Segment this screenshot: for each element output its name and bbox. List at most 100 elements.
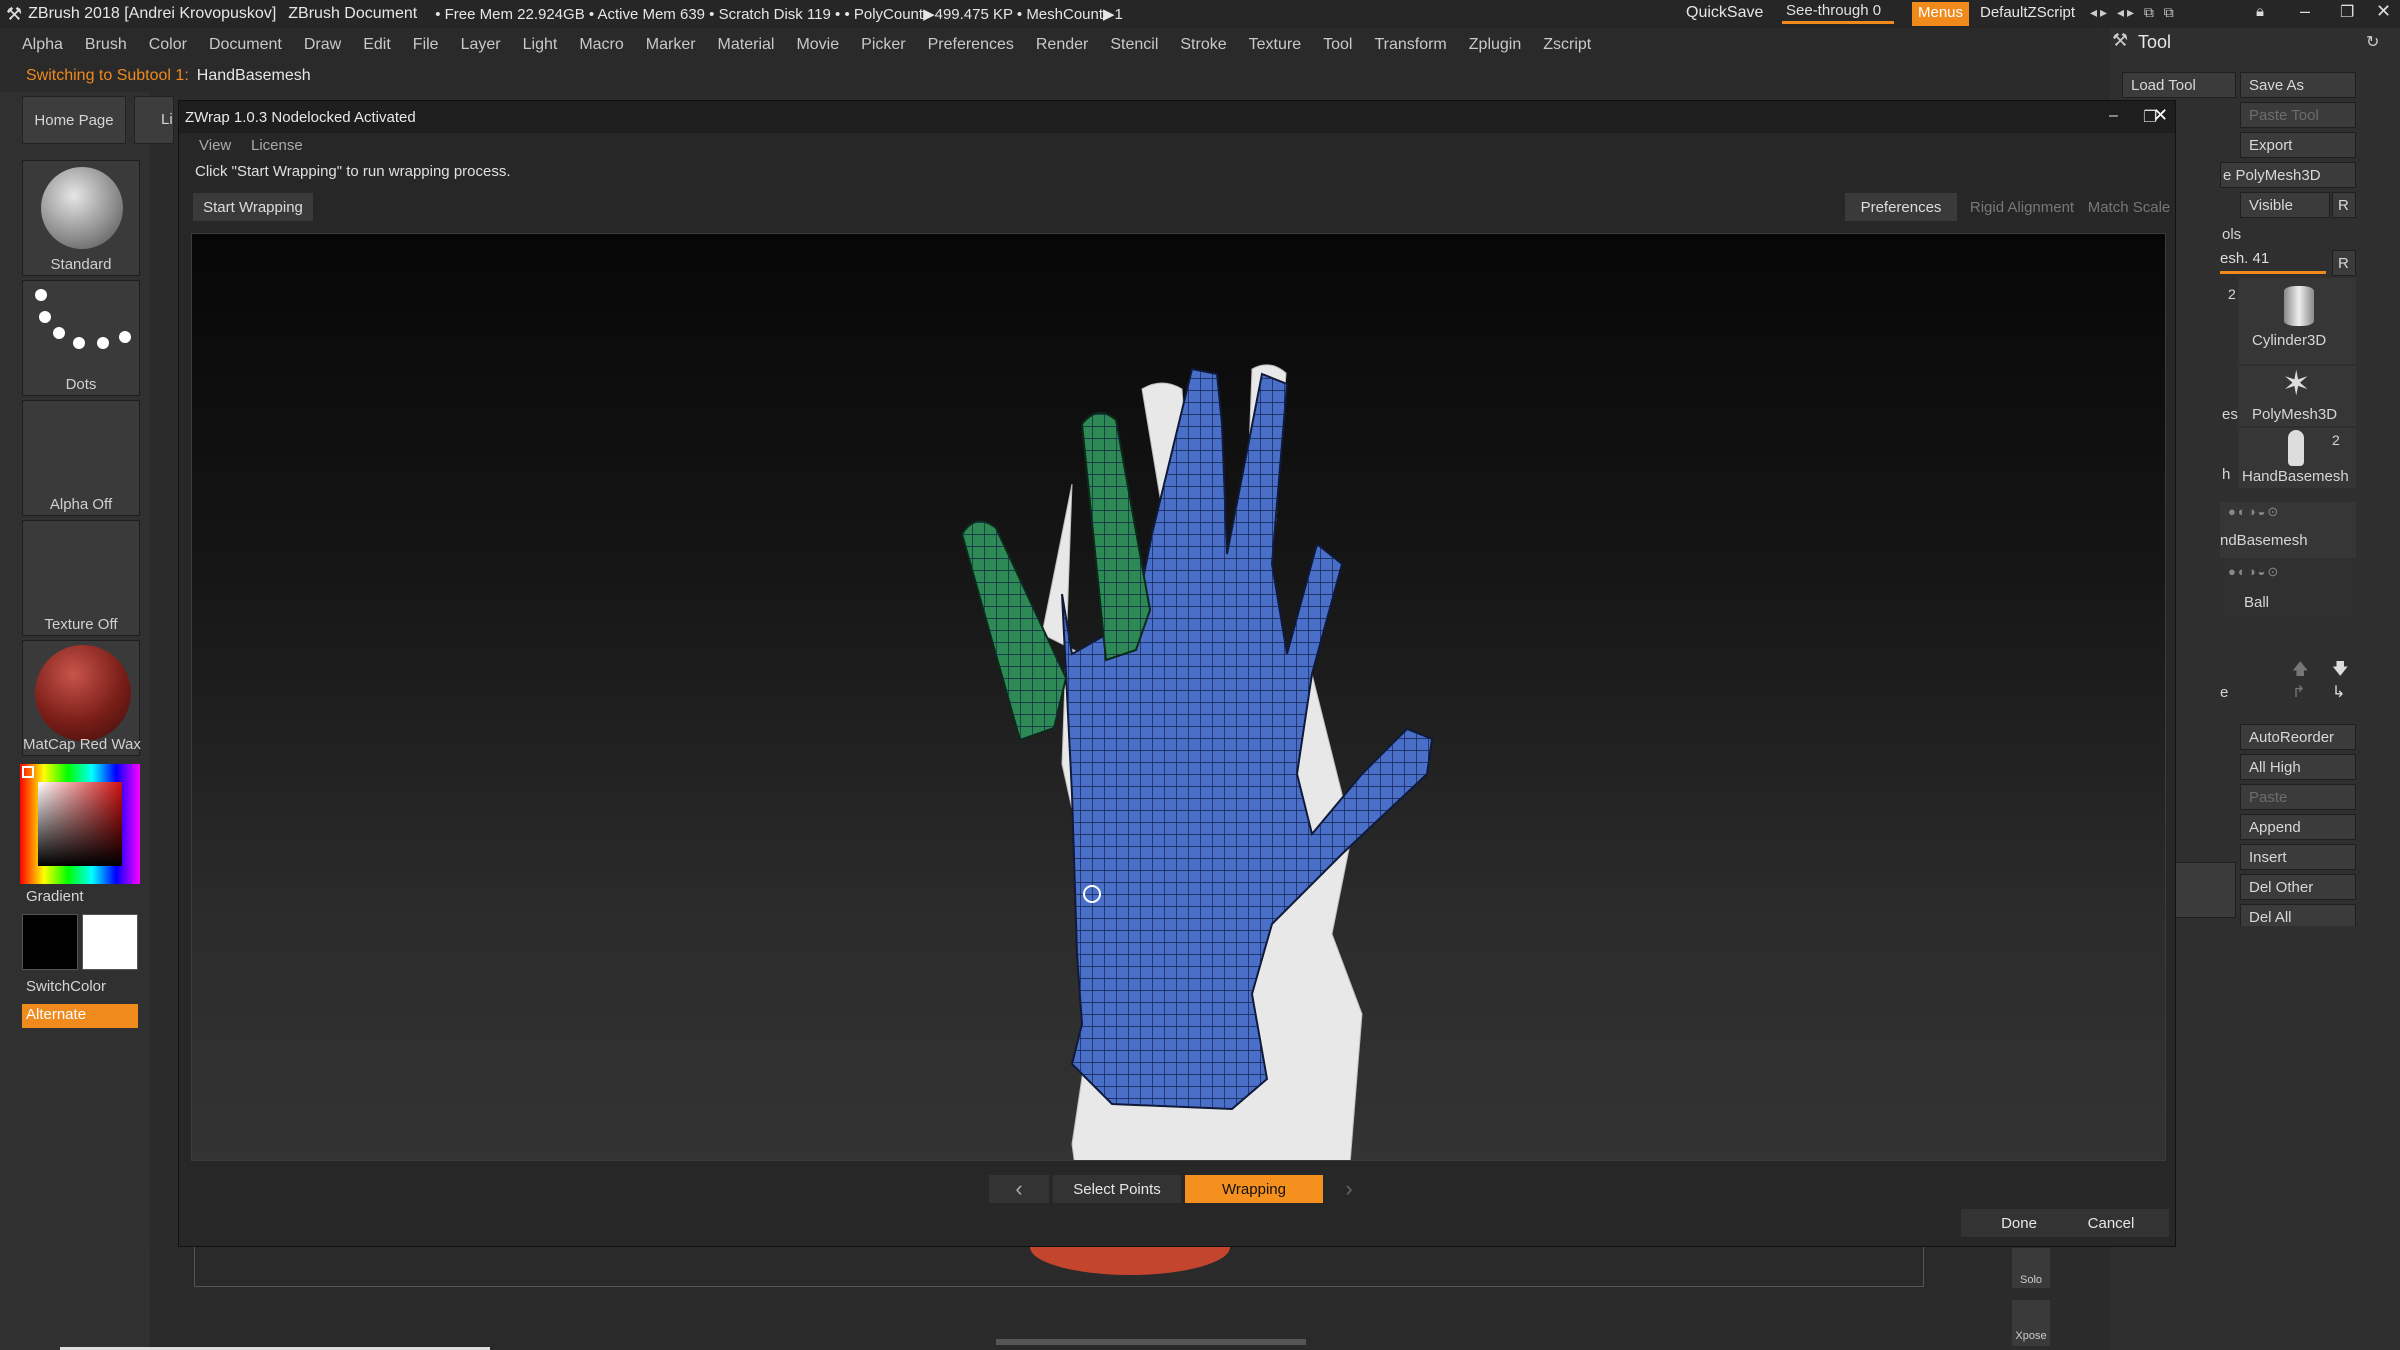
texture-off-label: Texture Off [44,616,118,633]
redo-icon[interactable]: ↱ [2292,682,2305,702]
menu-light[interactable]: Light [512,36,569,54]
menu-document[interactable]: Document [198,36,293,54]
menu-transform[interactable]: Transform [1363,36,1457,54]
menu-preferences[interactable]: Preferences [917,36,1025,54]
color-square[interactable] [38,782,122,866]
prev-step-icon[interactable]: ‹ [989,1175,1049,1203]
canvas-scrollbar[interactable] [996,1339,1306,1345]
brush-standard[interactable]: Standard [22,160,140,276]
visible-button[interactable]: Visible [2240,192,2330,218]
color-picker[interactable] [20,764,140,884]
primary-color-swatch[interactable] [82,914,138,970]
menus-toggle[interactable]: Menus [1912,2,1970,26]
save-as-button[interactable]: Save As [2240,72,2356,98]
dots-label: Dots [65,376,97,393]
minimize-icon[interactable]: – [2300,1,2310,22]
menu-zscript[interactable]: Zscript [1532,36,1602,54]
polymesh3d-thumb[interactable]: ✶ PolyMesh3D [2238,365,2356,426]
refresh-icon[interactable]: ↻ [2366,32,2379,52]
close-icon[interactable]: ✕ [2376,1,2391,22]
polymesh3d-label: PolyMesh3D [2252,406,2338,423]
see-through-slider[interactable]: See-through 0 [1782,2,1894,24]
subtool-toggles-icon[interactable]: ●◐◑◒⊙ [2228,504,2280,520]
subtool-count-slider[interactable]: esh. 41 [2220,250,2326,274]
left-shelf: Home Page Li Standard Dots Alpha Off Tex… [0,92,174,1350]
subtool-item-2[interactable]: ●◐◑◒⊙ Ball [2220,562,2356,618]
solo-button[interactable]: Solo [2012,1248,2050,1288]
menu-brush[interactable]: Brush [74,36,138,54]
quicksave-button[interactable]: QuickSave [1686,4,1763,22]
menu-material[interactable]: Material [707,36,786,54]
cancel-button[interactable]: Cancel [2053,1209,2169,1237]
hand-count: 2 [2332,432,2340,448]
del-other-button[interactable]: Del Other [2240,874,2356,900]
lightbox-button[interactable]: Li [134,96,174,144]
layout-icons[interactable]: ◂▸ ◂▸ ⧉ ⧉ [2090,4,2177,21]
menu-stroke[interactable]: Stroke [1169,36,1237,54]
material-slot[interactable]: MatCap Red Wax [22,640,141,756]
subtool-toggles-icon-2[interactable]: ●◐◑◒⊙ [2228,564,2280,580]
star-icon: ✶ [2282,365,2311,403]
menu-view[interactable]: View [199,137,231,154]
zwrap-viewport[interactable] [191,233,2166,1161]
menu-tool[interactable]: Tool [1312,36,1363,54]
menu-picker[interactable]: Picker [850,36,916,54]
rigid-alignment-button[interactable]: Rigid Alignment [1963,193,2081,221]
insert-button[interactable]: Insert [2240,844,2356,870]
menu-macro[interactable]: Macro [568,36,634,54]
minimize-icon[interactable]: – [2109,107,2118,125]
menu-file[interactable]: File [402,36,450,54]
dots-stroke-icon [35,289,131,349]
menu-render[interactable]: Render [1025,36,1099,54]
move-down-icon[interactable]: ↳ [2332,682,2345,702]
menu-texture[interactable]: Texture [1238,36,1312,54]
cylinder3d-thumb[interactable]: Cylinder3D [2238,278,2356,364]
menu-movie[interactable]: Movie [785,36,850,54]
restore-icon[interactable]: ❐ [2340,2,2354,22]
subtool-item-1[interactable]: ●◐◑◒⊙ ndBasemesh [2220,502,2356,558]
menu-alpha[interactable]: Alpha [0,36,74,54]
menu-draw[interactable]: Draw [293,36,352,54]
menu-edit[interactable]: Edit [352,36,402,54]
alpha-off-label: Alpha Off [49,496,113,513]
visible-r-button[interactable]: R [2332,192,2356,218]
menu-color[interactable]: Color [138,36,198,54]
paste-tool-button[interactable]: Paste Tool [2240,102,2356,128]
lock-icon[interactable]: 🔒︎ [2256,3,2264,20]
menu-stencil[interactable]: Stencil [1099,36,1169,54]
alternate-button[interactable]: Alternate [22,1004,138,1028]
arrow-down-icon[interactable]: 🡇 [2332,658,2348,685]
handbasemesh-thumb[interactable]: 2 HandBasemesh [2238,428,2356,488]
alpha-slot[interactable]: Alpha Off [22,400,140,516]
next-step-icon[interactable]: › [1329,1175,1369,1203]
xpose-button[interactable]: Xpose [2012,1300,2050,1346]
texture-slot[interactable]: Texture Off [22,520,140,636]
append-button[interactable]: Append [2240,814,2356,840]
menu-layer[interactable]: Layer [450,36,512,54]
arrow-up-icon[interactable]: 🡅 [2292,658,2308,685]
default-zscript-button[interactable]: DefaultZScript [1980,4,2075,21]
preferences-button[interactable]: Preferences [1845,193,1957,221]
title-bar: ⚒ ZBrush 2018 [Andrei Krovopuskov] ZBrus… [0,0,2400,28]
match-scale-button[interactable]: Match Scale [2087,193,2171,221]
export-button[interactable]: Export [2240,132,2356,158]
home-page-button[interactable]: Home Page [22,96,126,144]
stroke-dots[interactable]: Dots [22,280,140,396]
load-tool-button[interactable]: Load Tool [2122,72,2236,98]
paste-button[interactable]: Paste [2240,784,2356,810]
select-points-step[interactable]: Select Points [1053,1175,1181,1203]
switchcolor-button[interactable]: SwitchColor [26,978,106,995]
status-bar: Switching to Subtool 1: HandBasemesh [0,62,2100,90]
menu-zplugin[interactable]: Zplugin [1458,36,1532,54]
menu-license[interactable]: License [251,137,303,154]
menu-marker[interactable]: Marker [635,36,707,54]
autoreorder-button[interactable]: AutoReorder [2240,724,2356,750]
h-partial-label: h [2222,466,2231,483]
start-wrapping-button[interactable]: Start Wrapping [193,193,313,221]
polymesh3d-button[interactable]: e PolyMesh3D [2220,162,2356,188]
secondary-color-swatch[interactable] [22,914,78,970]
count-r-button[interactable]: R [2332,250,2356,276]
close-icon[interactable]: ✕ [2153,105,2168,126]
wrapping-step[interactable]: Wrapping [1185,1175,1323,1203]
all-high-button[interactable]: All High [2240,754,2356,780]
